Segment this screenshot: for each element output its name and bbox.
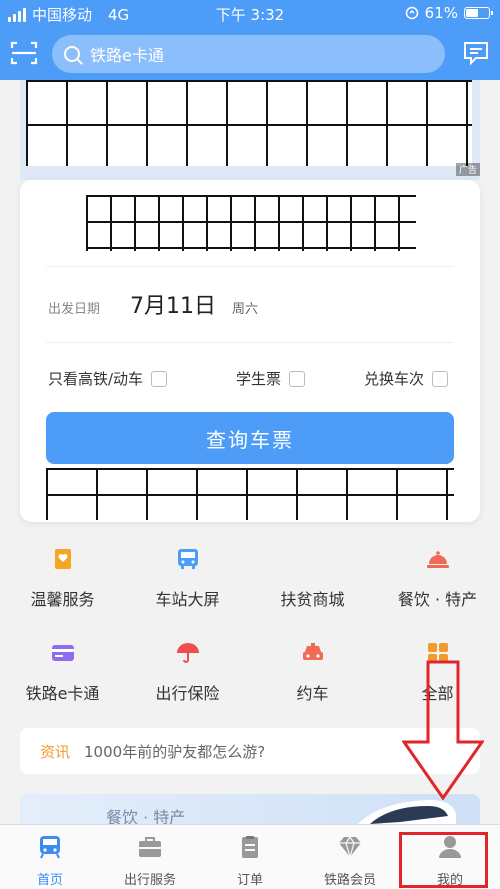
search-placeholder: 铁路e卡通 bbox=[90, 46, 164, 65]
search-icon bbox=[64, 46, 80, 62]
ad-label: 广告 bbox=[455, 163, 480, 176]
checkbox-student[interactable] bbox=[289, 370, 306, 387]
tab-orders[interactable]: 订单 bbox=[200, 835, 300, 888]
tab-label: 铁路会员 bbox=[323, 873, 376, 888]
tab-travel-service[interactable]: 出行服务 bbox=[100, 835, 200, 888]
message-icon[interactable] bbox=[462, 40, 490, 66]
service-label: 餐饮 · 特产 bbox=[397, 590, 478, 609]
promo-banner[interactable]: 广告 bbox=[20, 80, 480, 180]
checkbox-exchange[interactable] bbox=[432, 370, 449, 387]
service-dining[interactable]: 餐饮 · 特产 bbox=[375, 548, 500, 610]
service-label: 温馨服务 bbox=[30, 590, 95, 609]
divider bbox=[46, 342, 454, 343]
service-mall[interactable]: 扶贫商城 bbox=[250, 548, 375, 610]
service-insurance[interactable]: 出行保险 bbox=[125, 642, 250, 704]
option-label: 兑换车次 bbox=[364, 370, 425, 388]
tab-membership[interactable]: 铁路会员 bbox=[300, 835, 400, 888]
orientation-lock-icon bbox=[405, 6, 418, 20]
option-high-speed-only[interactable]: 只看高铁/动车 bbox=[48, 368, 168, 389]
briefcase-icon bbox=[139, 837, 161, 857]
service-label: 出行保险 bbox=[155, 684, 220, 703]
search-bar[interactable]: 铁路e卡通 bbox=[52, 35, 445, 73]
service-label: 铁路e卡通 bbox=[25, 684, 100, 703]
tab-label: 首页 bbox=[36, 873, 63, 888]
service-ecard[interactable]: 铁路e卡通 bbox=[0, 642, 125, 704]
scan-icon[interactable] bbox=[10, 40, 38, 66]
service-label: 车站大屏 bbox=[155, 590, 220, 609]
service-taxi[interactable]: 约车 bbox=[250, 642, 375, 704]
option-exchange-train[interactable]: 兑换车次 bbox=[364, 368, 449, 389]
station-screen-icon bbox=[177, 549, 198, 569]
taxi-icon bbox=[302, 643, 323, 660]
battery-fill bbox=[466, 9, 479, 17]
battery-icon bbox=[464, 7, 493, 19]
divider bbox=[46, 266, 454, 267]
checkbox-high-speed[interactable] bbox=[151, 370, 168, 387]
ecard-icon bbox=[51, 645, 74, 661]
umbrella-icon bbox=[176, 643, 199, 663]
option-label: 只看高铁/动车 bbox=[48, 370, 144, 388]
mall-icon bbox=[301, 548, 325, 570]
news-headline: 1000年前的驴友都怎么游? bbox=[84, 742, 266, 761]
service-label: 扶贫商城 bbox=[280, 590, 345, 609]
warm-service-icon bbox=[54, 549, 71, 569]
train-home-icon bbox=[40, 836, 60, 859]
tab-label: 订单 bbox=[236, 873, 263, 888]
tab-home[interactable]: 首页 bbox=[0, 835, 100, 888]
service-station-screen[interactable]: 车站大屏 bbox=[125, 548, 250, 610]
service-warm-service[interactable]: 温馨服务 bbox=[0, 548, 125, 610]
option-label: 学生票 bbox=[236, 370, 282, 388]
top-header: 铁路e卡通 bbox=[0, 28, 500, 80]
annotation-highlight-box bbox=[399, 832, 488, 888]
service-label: 约车 bbox=[296, 684, 329, 703]
redacted-history-row[interactable] bbox=[46, 468, 454, 520]
tab-label: 出行服务 bbox=[123, 873, 176, 888]
battery-percent: 61% bbox=[424, 4, 458, 22]
departure-date-value[interactable]: 7月11日 bbox=[130, 288, 216, 320]
departure-date-label: 出发日期 bbox=[48, 302, 101, 317]
order-list-icon bbox=[242, 836, 258, 858]
diamond-icon bbox=[339, 835, 361, 860]
dining-icon bbox=[426, 551, 449, 568]
option-student-ticket[interactable]: 学生票 bbox=[236, 368, 306, 389]
departure-weekday: 周六 bbox=[232, 302, 259, 317]
news-tag: 资讯 bbox=[40, 742, 71, 761]
status-bar: 中国移动 4G 下午 3:32 61% bbox=[0, 0, 500, 28]
query-tickets-button[interactable]: 查询车票 bbox=[46, 412, 454, 464]
annotation-arrow-icon bbox=[402, 660, 484, 800]
redacted-banner-image bbox=[26, 80, 472, 166]
ticket-search-card: 出发日期 7月11日 周六 只看高铁/动车 学生票 兑换车次 查询车票 bbox=[20, 180, 480, 522]
redacted-station-selector[interactable] bbox=[86, 195, 416, 251]
